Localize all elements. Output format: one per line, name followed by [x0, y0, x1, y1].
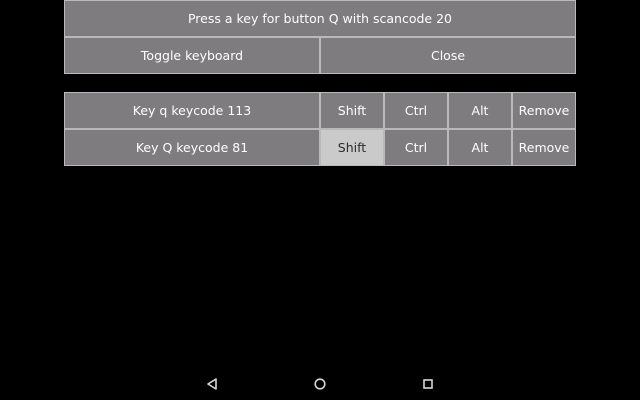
recents-square-icon	[423, 378, 433, 389]
back-triangle-icon	[207, 377, 217, 390]
mapping-row-2-shift-toggle[interactable]: Shift	[320, 129, 384, 166]
prompt-banner: Press a key for button Q with scancode 2…	[64, 0, 576, 37]
mapping-row-2-ctrl-toggle[interactable]: Ctrl	[384, 129, 448, 166]
mapping-row-1-alt-toggle[interactable]: Alt	[448, 92, 512, 129]
mapping-row-1-remove-button[interactable]: Remove	[512, 92, 576, 129]
system-navigation-bar	[0, 367, 640, 400]
nav-home-button[interactable]	[300, 367, 340, 400]
mapping-row-2-alt-toggle[interactable]: Alt	[448, 129, 512, 166]
ctrl-label: Ctrl	[404, 103, 428, 118]
mapping-key-label: Key q keycode 113	[132, 103, 252, 118]
mapping-row-1-key[interactable]: Key q keycode 113	[64, 92, 320, 129]
remove-label: Remove	[518, 140, 570, 155]
shift-label: Shift	[337, 140, 367, 155]
alt-label: Alt	[471, 140, 489, 155]
mapping-row-1-ctrl-toggle[interactable]: Ctrl	[384, 92, 448, 129]
ctrl-label: Ctrl	[404, 140, 428, 155]
home-circle-icon	[314, 377, 326, 390]
nav-recents-button[interactable]	[408, 367, 448, 400]
close-button[interactable]: Close	[320, 37, 576, 74]
toggle-keyboard-button[interactable]: Toggle keyboard	[64, 37, 320, 74]
toggle-keyboard-label: Toggle keyboard	[140, 48, 244, 63]
key-mapping-screen: Press a key for button Q with scancode 2…	[0, 0, 640, 400]
remove-label: Remove	[518, 103, 570, 118]
mapping-key-label: Key Q keycode 81	[135, 140, 249, 155]
prompt-text: Press a key for button Q with scancode 2…	[187, 11, 453, 26]
nav-back-button[interactable]	[192, 367, 232, 400]
shift-label: Shift	[337, 103, 367, 118]
mapping-row-2-remove-button[interactable]: Remove	[512, 129, 576, 166]
mapping-row-2-key[interactable]: Key Q keycode 81	[64, 129, 320, 166]
close-label: Close	[430, 48, 466, 63]
alt-label: Alt	[471, 103, 489, 118]
mapping-row-1-shift-toggle[interactable]: Shift	[320, 92, 384, 129]
